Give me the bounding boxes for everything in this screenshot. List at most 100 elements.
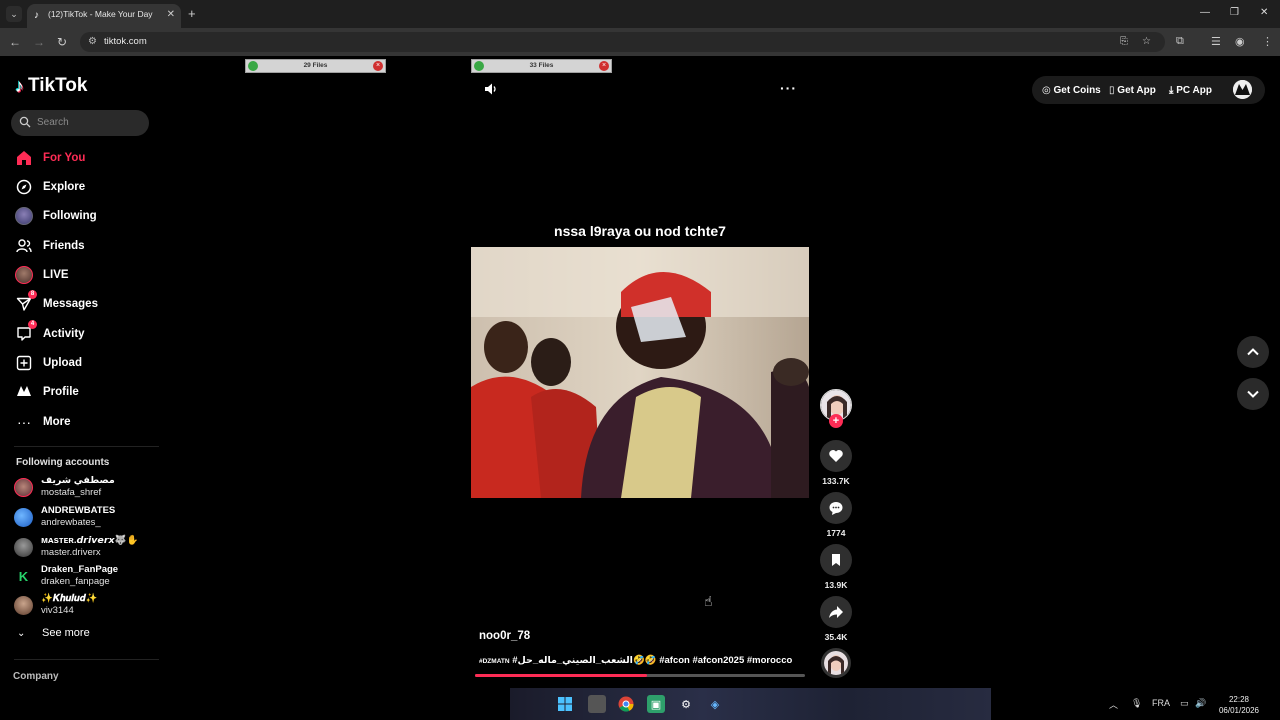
network-icon[interactable]: ▭ [1180,698,1189,709]
music-disc-avatar[interactable] [821,648,851,678]
user-avatar[interactable] [1233,80,1252,99]
save-button[interactable] [820,544,852,576]
speaker-icon[interactable]: 🔊 [1195,698,1206,709]
search-icon [19,116,31,128]
install-app-icon[interactable]: ⎘ [1120,36,1128,47]
description-hashtags[interactable]: #الشعب_الصيني_ماله_حل🤣🤣 #afcon #afcon202… [510,655,792,666]
extensions-icon[interactable]: ⧉ [1176,35,1184,48]
sidebar-item-live[interactable]: LIVE [14,265,69,285]
bookmark-star-icon[interactable]: ☆ [1142,36,1151,47]
share-count: 35.4K [824,632,848,642]
file-explorer-icon[interactable] [588,695,606,713]
video-player[interactable] [471,247,809,498]
download-close-icon[interactable]: × [373,61,383,71]
sidebar-item-label: Messages [43,298,98,310]
comment-icon [829,502,843,515]
avatar [14,596,33,615]
restore-icon[interactable]: ❐ [1230,7,1239,18]
comment-button[interactable] [820,492,852,524]
description-tag[interactable]: #DZMATN [479,658,510,665]
tab-close-icon[interactable]: ✕ [167,9,175,20]
mouse-cursor-icon: ☝ [704,593,713,609]
forward-icon[interactable]: → [33,35,45,49]
list-item[interactable]: ANDREWBATES andrewbates_ [14,505,159,531]
video-author[interactable]: noo0r_78 [479,630,530,642]
next-video-button[interactable] [1237,378,1269,410]
sidebar-item-profile[interactable]: Profile [14,382,79,402]
taskbar-clock[interactable]: 22:28 06/01/2026 [1217,694,1261,716]
tab-title: (12)TikTok - Make Your Day [48,9,153,19]
activity-icon: 4 [14,320,37,344]
account-name: ANDREWBATES [41,505,116,516]
video-progress-bar[interactable] [475,674,805,677]
previous-video-button[interactable] [1237,336,1269,368]
list-item[interactable]: K Draken_FanPage draken_fanpage [14,564,159,590]
download-close-icon[interactable]: × [599,61,609,71]
download-bar[interactable]: 29 Files × [245,59,386,73]
sidebar-item-label: Explore [43,181,86,193]
sidebar-item-for-you[interactable]: For You [14,148,85,168]
download-bar[interactable]: 33 Files × [471,59,612,73]
get-coins-button[interactable]: ◎ Get Coins [1042,85,1101,96]
new-tab-icon[interactable]: + [188,6,196,21]
window-close-icon[interactable]: ✕ [1260,7,1268,18]
browser-tab[interactable]: ♪ (12)TikTok - Make Your Day ✕ [27,4,181,28]
steelseries-icon[interactable]: ⚙ [677,695,695,713]
get-app-button[interactable]: ▯ Get App [1109,85,1156,96]
sidebar-item-messages[interactable]: 8 Messages [14,290,98,314]
chrome-menu-icon[interactable]: ⋮ [1262,35,1273,48]
microphone-icon[interactable]: 🎙 [1131,698,1142,709]
see-more-button[interactable]: ⌄ See more [17,627,90,639]
sidebar-divider [14,659,159,660]
search-input[interactable]: Search [11,110,149,136]
get-app-label: Get App [1117,85,1156,96]
volume-icon[interactable] [484,82,498,99]
sidebar-item-upload[interactable]: Upload [14,353,82,373]
site-info-icon[interactable]: ⚙ [88,36,97,47]
account-name: مصطفي شريف [41,475,115,486]
pc-app-button[interactable]: ⤓ PC App [1169,85,1212,96]
back-icon[interactable]: ← [9,35,21,49]
sidebar-item-activity[interactable]: 4 Activity [14,320,85,344]
search-placeholder: Search [37,117,69,128]
sidebar-item-explore[interactable]: Explore [14,177,85,197]
avatar [14,508,33,527]
like-button[interactable] [820,440,852,472]
account-handle: andrewbates_ [41,517,101,528]
tab-search-icon[interactable]: ⌄ [6,6,22,22]
tiktok-logo[interactable]: ♪ TikTok [15,75,87,97]
more-options-icon[interactable]: ··· [780,80,797,96]
tray-chevron-up-icon[interactable]: ︿ [1109,698,1118,711]
language-indicator[interactable]: FRA [1152,698,1170,708]
activity-badge: 4 [28,320,37,329]
chevron-down-icon [1247,390,1259,398]
minimize-icon[interactable]: — [1200,7,1210,18]
share-button[interactable] [820,596,852,628]
more-icon: ··· [17,414,31,430]
list-item[interactable]: ✨𝑲𝒉𝒖𝒍𝒖𝒅✨ viv3144 [14,593,159,619]
profile-avatar-icon[interactable]: ◉ [1235,35,1245,48]
list-item[interactable]: ᴍᴀsᴛᴇʀ.𝙙𝙧𝙞𝙫𝙚𝙧𝙭🐺✋ master.driverx [14,535,159,561]
company-link[interactable]: Company [13,671,59,682]
see-more-label: See more [42,627,90,639]
avatar [14,538,33,557]
sidebar-item-friends[interactable]: Friends [14,236,85,256]
account-name: ᴍᴀsᴛᴇʀ.𝙙𝙧𝙞𝙫𝙚𝙧𝙭🐺✋ [41,535,139,546]
list-item[interactable]: مصطفي شريف mostafa_shref [14,475,159,501]
bookmark-icon [832,554,840,566]
sidebar-item-following[interactable]: Following [14,206,97,226]
account-handle: mostafa_shref [41,487,102,498]
reload-icon[interactable]: ↻ [57,35,67,49]
sidebar-item-more[interactable]: ··· More [14,412,70,432]
chrome-icon[interactable] [617,695,635,713]
sidebar-item-label: For You [43,152,86,164]
reading-list-icon[interactable]: ☰ [1211,35,1221,48]
follow-plus-icon[interactable]: + [829,414,843,428]
address-bar[interactable]: ⚙ tiktok.com ⎘ ☆ [80,32,1165,52]
app-icon[interactable]: ▣ [647,695,665,713]
clock-date: 06/01/2026 [1218,706,1260,715]
steam-icon[interactable]: ◈ [706,695,724,713]
windows-start-icon[interactable] [556,695,574,713]
like-count: 133.7K [822,476,850,486]
phone-icon: ▯ [1109,85,1115,96]
